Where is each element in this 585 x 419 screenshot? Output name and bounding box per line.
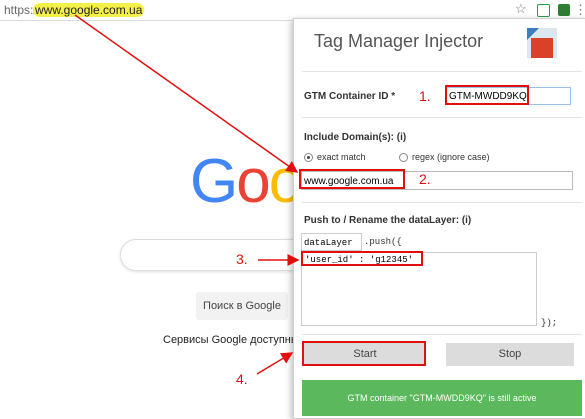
arrow-to-start — [256, 352, 294, 375]
arrow-to-domain — [74, 14, 299, 173]
annotation-arrows — [74, 14, 300, 375]
